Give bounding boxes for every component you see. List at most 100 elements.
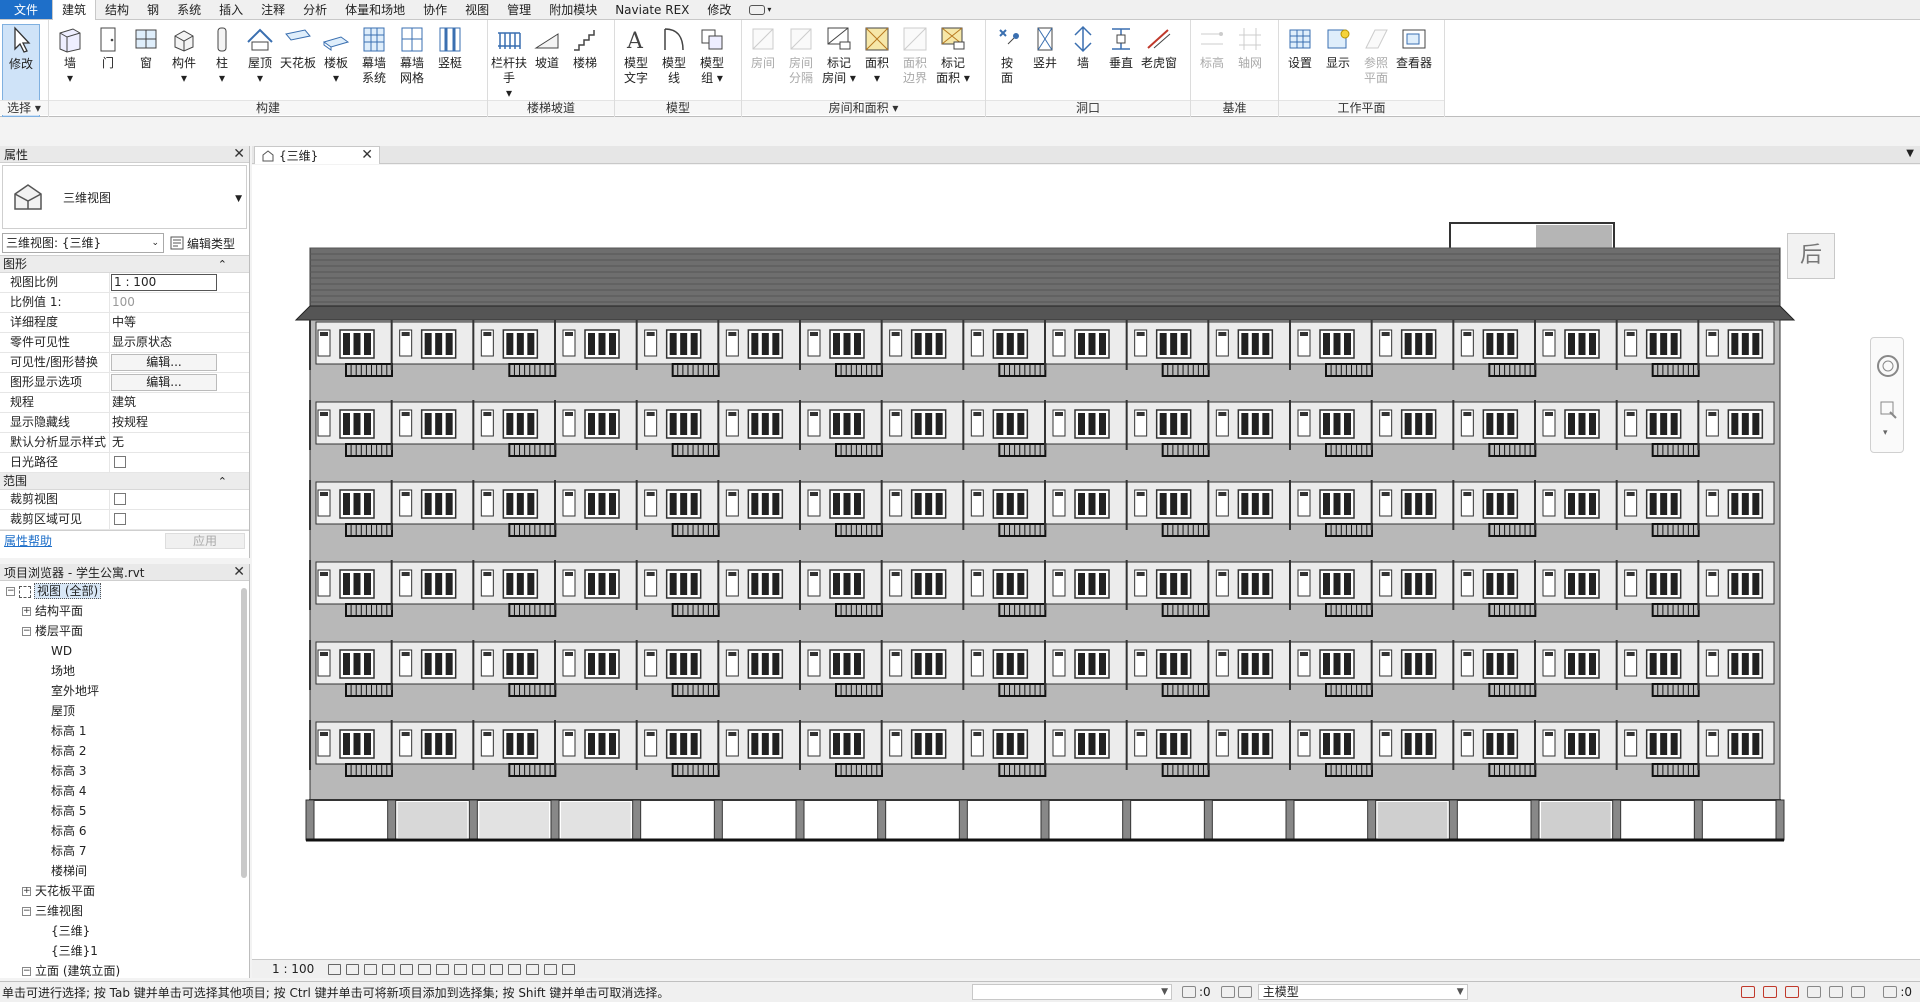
tree-node[interactable]: + 天花板平面 [0, 881, 249, 901]
filter-icon[interactable] [1182, 986, 1196, 998]
highlight-displacement-icon[interactable] [526, 963, 540, 975]
tab-1[interactable]: 建筑 [52, 0, 97, 21]
tab-11[interactable]: 管理 [498, 0, 540, 19]
tab-7[interactable]: 分析 [294, 0, 336, 19]
tree-node[interactable]: 标高 6 [0, 821, 249, 841]
tab-10[interactable]: 视图 [456, 0, 498, 19]
property-value[interactable]: 按规程 [112, 415, 148, 429]
design-option-selector[interactable]: 主模型 ▼ [1257, 984, 1468, 1000]
tab-2[interactable]: 结构 [96, 0, 138, 19]
tab-12[interactable]: 附加模块 [540, 0, 606, 19]
ribbon-panel-label[interactable]: 工作平面 [1279, 100, 1444, 115]
tab-9[interactable]: 协作 [414, 0, 456, 19]
select-pinned-icon[interactable] [1785, 986, 1800, 998]
type-selector[interactable]: 三维视图 ▼ [2, 165, 247, 229]
tab-4[interactable]: 系统 [168, 0, 210, 19]
exclude-options-icon[interactable] [1237, 986, 1252, 998]
property-value[interactable]: 无 [112, 435, 124, 449]
properties-help-link[interactable]: 属性帮助 [4, 532, 52, 549]
drag-elements-icon[interactable] [1829, 986, 1844, 998]
tree-node[interactable]: 标高 4 [0, 781, 249, 801]
property-value[interactable]: 中等 [112, 315, 136, 329]
property-value-cell[interactable]: 1 : 100 [110, 273, 249, 292]
workset-selector[interactable]: ▼ [972, 984, 1172, 1000]
property-value-cell[interactable]: 显示原状态 [110, 333, 249, 352]
property-value-cell[interactable]: 无 [110, 433, 249, 452]
temp-hide-icon[interactable] [472, 963, 486, 975]
view-canvas[interactable]: 后 ▾ [252, 165, 1920, 959]
background-process-icon[interactable] [1851, 986, 1866, 998]
tree-node[interactable]: 标高 2 [0, 741, 249, 761]
ribbon-panel-label[interactable]: 构建 [49, 100, 487, 115]
ribbon-panel-label[interactable]: 房间和面积 ▾ [742, 100, 985, 115]
tree-node[interactable]: {三维}1 [0, 941, 249, 961]
collapse-icon[interactable]: ⌃ [218, 473, 227, 490]
viewcube[interactable]: 后 [1787, 233, 1835, 279]
collapse-icon[interactable]: ⌃ [218, 256, 227, 273]
collapse-icon[interactable]: − [6, 587, 15, 596]
tree-node[interactable]: − 楼层平面 [0, 621, 249, 641]
sun-path-icon[interactable] [364, 963, 378, 975]
ribbon-panel-label[interactable]: 楼梯坡道 [488, 100, 614, 115]
browser-scrollbar[interactable] [241, 588, 247, 878]
checkbox[interactable] [114, 493, 126, 505]
property-value-cell[interactable]: 中等 [110, 313, 249, 332]
navigation-bar[interactable]: ▾ [1870, 337, 1904, 453]
tree-node[interactable]: − 立面 (建筑立面) [0, 961, 249, 981]
crop-region-icon[interactable] [436, 963, 450, 975]
tab-5[interactable]: 插入 [210, 0, 252, 19]
lock-3d-icon[interactable] [454, 963, 468, 975]
design-option-icon[interactable] [1220, 986, 1235, 998]
tree-node[interactable]: 场地 [0, 661, 249, 681]
tree-node[interactable]: 标高 5 [0, 801, 249, 821]
ribbon-panel-label[interactable]: 选择 ▾ [0, 100, 48, 115]
shadows-icon[interactable] [382, 963, 396, 975]
contextual-tab-dropdown[interactable]: ▾ [740, 0, 780, 19]
tab-0[interactable]: 文件 [0, 0, 53, 19]
collapse-icon[interactable]: − [22, 627, 31, 636]
chevron-down-icon[interactable]: ▼ [235, 194, 242, 204]
tab-3[interactable]: 钢 [138, 0, 168, 19]
edit-button[interactable]: 编辑... [111, 374, 217, 391]
steering-wheel-icon[interactable] [1872, 348, 1904, 388]
select-underlay-icon[interactable] [1763, 986, 1778, 998]
tree-node[interactable]: − 三维视图 [0, 901, 249, 921]
property-group[interactable]: 范围 ⌃ [0, 473, 249, 490]
tab-6[interactable]: 注释 [252, 0, 294, 19]
ribbon-panel-label[interactable]: 模型 [615, 100, 741, 115]
collapse-icon[interactable]: − [22, 907, 31, 916]
tab-14[interactable]: 修改 [698, 0, 740, 19]
tree-node[interactable]: 屋顶 [0, 701, 249, 721]
expand-icon[interactable]: + [22, 887, 31, 896]
apply-button[interactable]: 应用 [165, 532, 245, 549]
tree-node[interactable]: 室外地坪 [0, 681, 249, 701]
property-value-cell[interactable]: 100 [110, 293, 249, 312]
property-group[interactable]: 图形 ⌃ [0, 256, 249, 273]
property-value-cell[interactable]: 编辑... [110, 353, 249, 372]
tree-node[interactable]: + 结构平面 [0, 601, 249, 621]
chevron-down-icon[interactable]: ▼ [1906, 148, 1914, 159]
tree-node[interactable]: 楼梯间 [0, 861, 249, 881]
filter-icon[interactable] [1883, 986, 1898, 998]
ribbon-panel-label[interactable]: 洞口 [986, 100, 1190, 115]
close-icon[interactable]: ✕ [361, 148, 373, 162]
property-value[interactable]: 建筑 [112, 395, 136, 409]
render-icon[interactable] [400, 963, 414, 975]
property-value-cell[interactable] [110, 510, 249, 529]
property-value-cell[interactable]: 建筑 [110, 393, 249, 412]
tree-node[interactable]: 标高 7 [0, 841, 249, 861]
instance-selector[interactable]: 三维视图: {三维} ⌄ [2, 233, 164, 253]
edit-type-button[interactable]: 编辑类型 [170, 235, 235, 252]
zoom-icon[interactable] [1872, 396, 1904, 426]
tree-node[interactable]: − 视图 (全部) [0, 581, 249, 601]
collapse-icon[interactable]: − [22, 967, 31, 976]
view-scale[interactable]: 1 : 100 [272, 962, 314, 976]
property-value-cell[interactable]: 按规程 [110, 413, 249, 432]
property-value-cell[interactable] [110, 453, 249, 472]
tree-node[interactable]: 标高 1 [0, 721, 249, 741]
constraints-icon[interactable] [544, 963, 558, 975]
expand-icon[interactable]: + [22, 607, 31, 616]
crop-view-icon[interactable] [418, 963, 432, 975]
checkbox[interactable] [114, 456, 126, 468]
close-icon[interactable]: ✕ [233, 147, 245, 161]
